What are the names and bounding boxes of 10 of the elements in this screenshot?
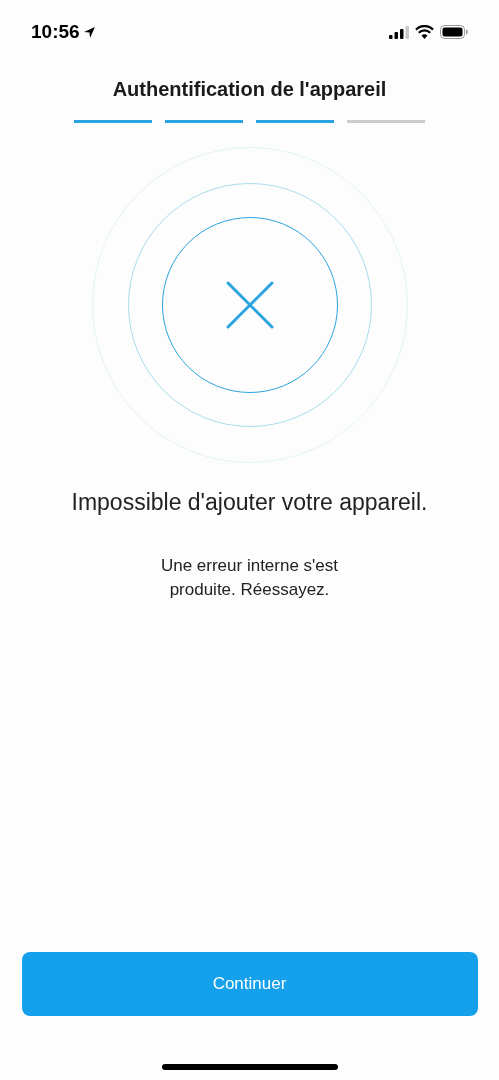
location-arrow-icon bbox=[82, 25, 96, 39]
page-title: Authentification de l'appareil bbox=[112, 77, 387, 102]
close-icon bbox=[225, 281, 274, 329]
signal-icon bbox=[389, 25, 409, 39]
result-heading: Impossible d'ajouter votre appareil. bbox=[71, 488, 428, 517]
continue-button[interactable]: Continuer bbox=[21, 952, 478, 1016]
result-message: Une erreur interne s'est produite. Réessayez. bbox=[159, 554, 340, 601]
battery-icon bbox=[440, 25, 468, 39]
status-time: 10:56 bbox=[31, 19, 80, 44]
wifi-icon bbox=[415, 25, 434, 39]
